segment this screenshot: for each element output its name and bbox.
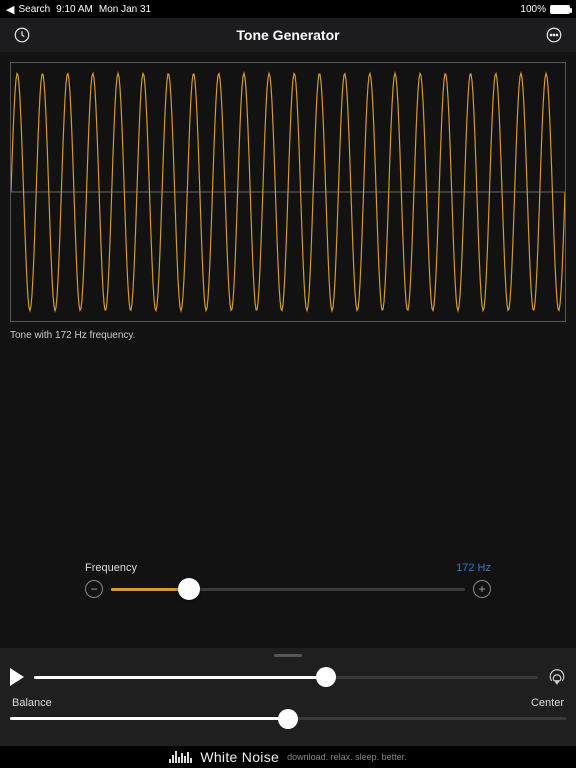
main-content: Tone with 172 Hz frequency. Frequency 17…	[0, 52, 576, 648]
frequency-increment-button[interactable]: +	[473, 580, 491, 598]
status-right-group: 100%	[520, 4, 570, 15]
balance-right-label: Center	[531, 697, 564, 709]
frequency-label: Frequency	[85, 562, 137, 574]
waveform-display	[10, 62, 566, 322]
frequency-control: Frequency 172 Hz − +	[85, 562, 491, 598]
balance-slider-thumb[interactable]	[278, 709, 298, 729]
back-app-label[interactable]: Search	[18, 4, 50, 15]
battery-percent-label: 100%	[520, 4, 546, 15]
airplay-icon[interactable]	[548, 668, 566, 686]
frequency-slider-thumb[interactable]	[178, 578, 200, 600]
volume-slider-thumb[interactable]	[316, 667, 336, 687]
waveform-description: Tone with 172 Hz frequency.	[10, 330, 566, 341]
play-button[interactable]	[10, 668, 24, 686]
frequency-value: 172 Hz	[456, 562, 491, 574]
status-left-group: ◀ Search 9:10 AM Mon Jan 31	[6, 3, 151, 16]
balance-label: Balance	[12, 697, 52, 709]
page-title: Tone Generator	[34, 27, 542, 43]
balance-slider[interactable]	[10, 717, 566, 720]
back-chevron-icon[interactable]: ◀	[6, 3, 14, 16]
status-time: 9:10 AM	[56, 4, 93, 15]
playback-panel: Balance Center	[0, 648, 576, 746]
equalizer-icon	[169, 751, 192, 763]
status-date: Mon Jan 31	[99, 4, 151, 15]
panel-drag-handle[interactable]	[274, 654, 302, 657]
white-noise-ad[interactable]: White Noise download. relax. sleep. bett…	[0, 746, 576, 768]
titlebar: Tone Generator	[0, 18, 576, 52]
ad-tagline: download. relax. sleep. better.	[287, 752, 407, 762]
ios-status-bar: ◀ Search 9:10 AM Mon Jan 31 100%	[0, 0, 576, 18]
ad-brand: White Noise	[200, 749, 279, 765]
battery-icon	[550, 5, 570, 14]
volume-slider[interactable]	[34, 676, 538, 679]
frequency-slider[interactable]	[111, 588, 465, 591]
more-icon[interactable]	[542, 23, 566, 47]
frequency-decrement-button[interactable]: −	[85, 580, 103, 598]
history-icon[interactable]	[10, 23, 34, 47]
